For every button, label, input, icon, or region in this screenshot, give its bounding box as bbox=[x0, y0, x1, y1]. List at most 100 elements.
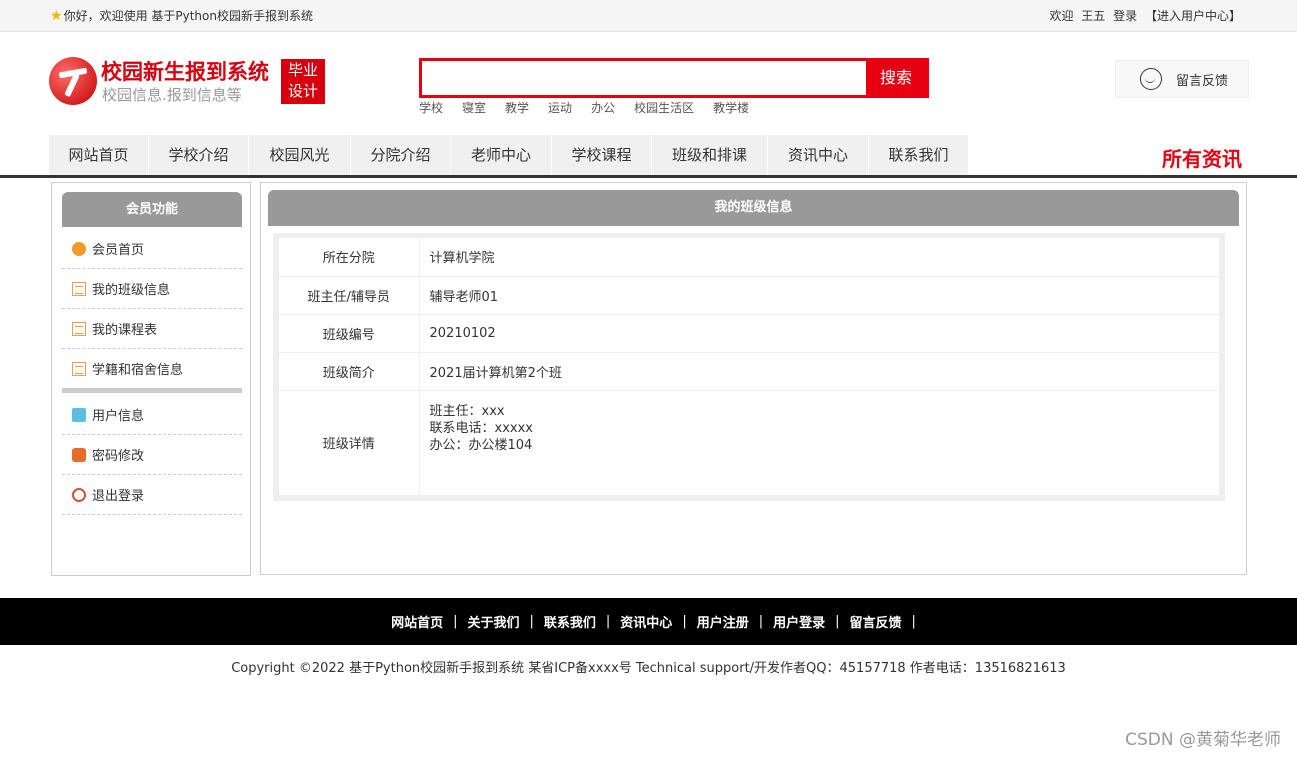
welcome-message: ★ 你好，欢迎使用 基于Python校园新手报到系统 bbox=[50, 7, 313, 24]
hot-word-link[interactable]: 运动 bbox=[548, 99, 572, 116]
welcome-text: 你好，欢迎使用 基于Python校园新手报到系统 bbox=[63, 9, 313, 23]
row-value: 辅导老师01 bbox=[419, 276, 1219, 315]
sidebar-item-label: 会员首页 bbox=[92, 243, 145, 258]
sidebar-item-enrollment-dorm[interactable]: 学籍和宿舍信息 bbox=[62, 349, 242, 389]
nav-courses[interactable]: 学校课程 bbox=[552, 135, 652, 175]
hot-word-link[interactable]: 办公 bbox=[591, 99, 615, 116]
footer-link[interactable]: 资讯中心 bbox=[620, 612, 672, 631]
sidebar-item-logout[interactable]: 退出登录 bbox=[62, 475, 242, 515]
sidebar-item-my-courses[interactable]: 我的课程表 bbox=[62, 309, 242, 349]
power-icon bbox=[72, 487, 86, 502]
lock-icon bbox=[72, 447, 86, 462]
footer-link[interactable]: 用户注册 bbox=[697, 612, 749, 631]
main-nav: 网站首页 学校介绍 校园风光 分院介绍 老师中心 学校课程 班级和排课 资讯中心 联系我们 bbox=[49, 135, 969, 175]
nav-class-schedule[interactable]: 班级和排课 bbox=[652, 135, 768, 175]
all-news-link[interactable]: 所有资讯 bbox=[1162, 143, 1242, 172]
table-row: 班级详情 班主任：xxx 联系电话：xxxxx 办公：办公楼104 bbox=[279, 390, 1219, 496]
feedback-button[interactable]: 留言反馈 bbox=[1115, 60, 1249, 98]
sidebar-item-label: 我的班级信息 bbox=[92, 283, 171, 298]
nav-college-intro[interactable]: 分院介绍 bbox=[351, 135, 451, 175]
row-label: 班主任/辅导员 bbox=[279, 276, 420, 315]
hot-search-words: 学校 寝室 教学 运动 办公 校园生活区 教学楼 bbox=[419, 99, 768, 116]
row-label: 所在分院 bbox=[279, 238, 420, 277]
watermark: CSDN @黄菊华老师 bbox=[1125, 730, 1281, 750]
nav-contact[interactable]: 联系我们 bbox=[869, 135, 969, 175]
nav-home[interactable]: 网站首页 bbox=[49, 135, 149, 175]
nav-campus-scenery[interactable]: 校园风光 bbox=[249, 135, 351, 175]
sidebar-title: 会员功能 bbox=[62, 192, 242, 227]
class-info-panel: 我的班级信息 所在分院 计算机学院 班主任/辅导员 辅导老师01 班级编号 20… bbox=[260, 182, 1247, 575]
login-link[interactable]: 登录 bbox=[1113, 9, 1137, 23]
detail-line: 班主任：xxx bbox=[429, 403, 505, 419]
sidebar-item-my-class[interactable]: 我的班级信息 bbox=[62, 269, 242, 309]
home-icon bbox=[72, 241, 86, 256]
star-icon: ★ bbox=[50, 7, 63, 24]
sidebar-item-change-password[interactable]: 密码修改 bbox=[62, 435, 242, 475]
site-title[interactable]: 校园新生报到系统 bbox=[101, 56, 269, 86]
footer-bar: 网站首页 | 关于我们 | 联系我们 | 资讯中心 | 用户注册 | 用户登录 | 留言反馈 | bbox=[0, 598, 1297, 645]
clipboard-icon bbox=[72, 407, 86, 422]
row-value: 2021届计算机第2个班 bbox=[419, 352, 1219, 391]
site-subtitle: 校园信息.报到信息等 bbox=[102, 86, 242, 104]
user-center-link[interactable]: 【进入用户中心】 bbox=[1145, 9, 1241, 23]
member-sidebar: 会员功能 会员首页 我的班级信息 我的课程表 学籍和宿舍信息 用户信息 密码修改… bbox=[51, 182, 251, 576]
tag-line-1: 毕业 bbox=[287, 61, 318, 79]
search-button[interactable]: 搜索 bbox=[866, 61, 926, 95]
sidebar-item-member-home[interactable]: 会员首页 bbox=[62, 229, 242, 269]
footer-link[interactable]: 联系我们 bbox=[544, 612, 596, 631]
class-info-table-wrapper: 所在分院 计算机学院 班主任/辅导员 辅导老师01 班级编号 20210102 … bbox=[273, 233, 1225, 501]
row-label: 班级编号 bbox=[279, 314, 420, 353]
footer-link[interactable]: 网站首页 bbox=[391, 612, 443, 631]
graduation-design-tag: 毕业 设计 bbox=[281, 59, 325, 104]
footer-links: 网站首页 | 关于我们 | 联系我们 | 资讯中心 | 用户注册 | 用户登录 | 留言反馈 | bbox=[0, 598, 1297, 645]
hot-word-link[interactable]: 校园生活区 bbox=[634, 99, 694, 116]
row-label: 班级简介 bbox=[279, 352, 420, 391]
footer-separator: | bbox=[911, 614, 916, 629]
sidebar-item-user-info[interactable]: 用户信息 bbox=[62, 395, 242, 435]
nav-school-intro[interactable]: 学校介绍 bbox=[149, 135, 249, 175]
footer-separator: | bbox=[682, 614, 687, 629]
footer-separator: | bbox=[758, 614, 764, 629]
user-status: 欢迎 王五 登录 【进入用户中心】 bbox=[1045, 7, 1241, 24]
top-bar: ★ 你好，欢迎使用 基于Python校园新手报到系统 欢迎 王五 登录 【进入用… bbox=[0, 0, 1297, 32]
footer-separator: | bbox=[529, 614, 534, 629]
sidebar-item-label: 用户信息 bbox=[92, 409, 145, 424]
table-row: 班主任/辅导员 辅导老师01 bbox=[279, 276, 1219, 315]
footer-separator: | bbox=[453, 614, 458, 629]
greeting-text: 欢迎 bbox=[1049, 9, 1074, 23]
search-box: 搜索 bbox=[419, 58, 929, 98]
sidebar-item-label: 我的课程表 bbox=[92, 323, 158, 338]
search-input[interactable] bbox=[422, 61, 868, 95]
footer-link[interactable]: 留言反馈 bbox=[850, 612, 902, 631]
class-info-table: 所在分院 计算机学院 班主任/辅导员 辅导老师01 班级编号 20210102 … bbox=[279, 238, 1219, 496]
sidebar-item-label: 学籍和宿舍信息 bbox=[92, 363, 184, 378]
document-icon bbox=[72, 361, 86, 376]
hot-word-link[interactable]: 教学 bbox=[505, 99, 529, 116]
hot-word-link[interactable]: 学校 bbox=[419, 99, 443, 116]
footer-separator: | bbox=[605, 614, 611, 629]
sidebar-item-label: 退出登录 bbox=[92, 489, 145, 504]
document-icon bbox=[72, 321, 86, 336]
tag-line-2: 设计 bbox=[287, 82, 318, 100]
hot-word-link[interactable]: 教学楼 bbox=[713, 99, 749, 116]
row-value: 20210102 bbox=[419, 314, 1219, 353]
detail-line: 联系电话：xxxxx bbox=[429, 420, 533, 436]
panel-title: 我的班级信息 bbox=[268, 190, 1239, 226]
footer-link[interactable]: 用户登录 bbox=[773, 612, 825, 631]
sidebar-separator bbox=[62, 388, 242, 393]
nav-divider bbox=[0, 175, 1297, 178]
table-row: 班级编号 20210102 bbox=[279, 314, 1219, 353]
row-value: 计算机学院 bbox=[419, 238, 1219, 277]
username-link[interactable]: 王五 bbox=[1081, 9, 1105, 23]
sidebar-item-label: 密码修改 bbox=[92, 449, 145, 464]
detail-line: 办公：办公楼104 bbox=[429, 437, 533, 453]
footer-link[interactable]: 关于我们 bbox=[467, 612, 519, 631]
site-logo[interactable] bbox=[49, 57, 97, 105]
table-row: 所在分院 计算机学院 bbox=[279, 238, 1219, 277]
feedback-label: 留言反馈 bbox=[1176, 73, 1229, 89]
copyright-text: Copyright ©2022 基于Python校园新手报到系统 某省ICP备x… bbox=[231, 661, 1066, 676]
nav-news-center[interactable]: 资讯中心 bbox=[768, 135, 869, 175]
table-row: 班级简介 2021届计算机第2个班 bbox=[279, 352, 1219, 391]
nav-teacher-center[interactable]: 老师中心 bbox=[451, 135, 552, 175]
hot-word-link[interactable]: 寝室 bbox=[462, 99, 486, 116]
